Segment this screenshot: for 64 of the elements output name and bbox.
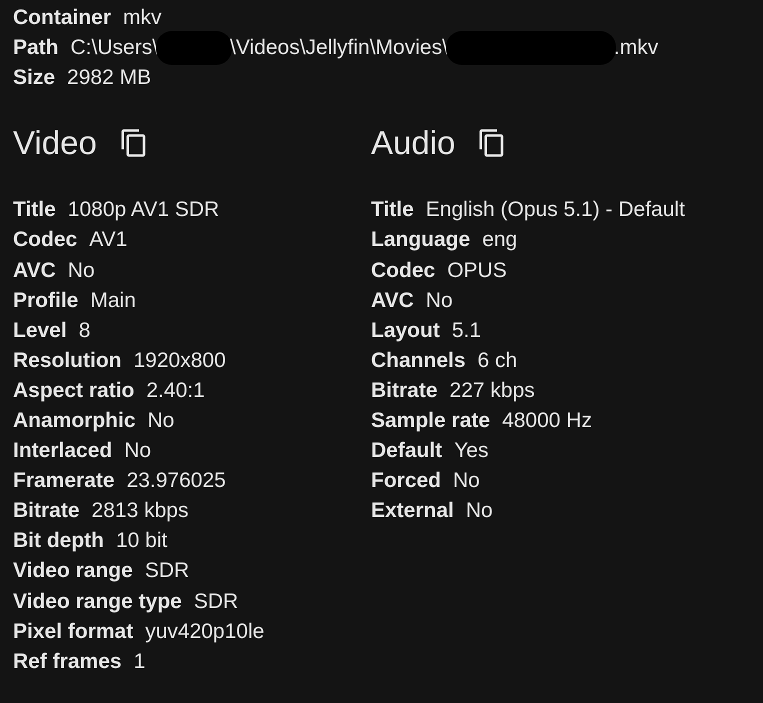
section-heading: Audio	[371, 124, 456, 162]
field-value: .mkv	[614, 36, 658, 60]
field-label: Video range type	[13, 590, 182, 614]
field-value: eng	[482, 228, 518, 252]
field-label: Level	[13, 318, 67, 343]
field-label: Container	[13, 6, 112, 30]
field-label: Bitrate	[13, 499, 80, 524]
field-value: 48000 Hz	[502, 408, 592, 433]
field-label: AVC	[13, 258, 56, 283]
section-heading: Video	[13, 124, 97, 162]
field-label: Ref frames	[13, 650, 122, 674]
field-label: Default	[371, 439, 442, 464]
field-value: AV1	[89, 228, 128, 252]
field-value: 5.1	[452, 318, 482, 343]
field-label: Pixel format	[13, 620, 134, 644]
field-label: Forced	[371, 469, 442, 494]
field-value: No	[466, 499, 493, 524]
field-value: SDR	[144, 559, 190, 584]
field-label: Interlaced	[13, 439, 112, 464]
field-label: Language	[371, 228, 470, 252]
field-value: 8	[78, 318, 90, 343]
field-label: Path	[13, 36, 59, 60]
field-value: yuv420p10le	[145, 620, 264, 644]
field-value: 227 kbps	[450, 378, 535, 403]
field-label: Codec	[13, 228, 78, 252]
field-value: 10 bit	[116, 529, 168, 554]
field-label: Aspect ratio	[13, 378, 134, 403]
field-value: English (Opus 5.1) - Default	[426, 198, 685, 222]
field-value: OPUS	[447, 258, 507, 283]
field-label: Anamorphic	[13, 408, 136, 433]
field-label: Title	[13, 198, 56, 222]
field-value: 1	[134, 650, 146, 674]
field-value: No	[453, 469, 480, 494]
field-value: 1080p AV1 SDR	[68, 198, 220, 222]
field-label: Channels	[371, 348, 466, 373]
field-value: No	[124, 439, 152, 464]
field-value: No	[426, 288, 453, 313]
field-label: Size	[13, 66, 56, 90]
field-value: 1920x800	[134, 348, 226, 373]
field-label: AVC	[371, 288, 414, 313]
field-value: Main	[90, 288, 136, 313]
field-label: Bit depth	[13, 529, 104, 554]
field-value: C:\Users\	[70, 36, 158, 60]
field-value: 2.40:1	[146, 378, 205, 403]
field-value: 6 ch	[478, 348, 518, 373]
field-value: 23.976025	[126, 469, 226, 494]
field-value: 2813 kbps	[92, 499, 188, 524]
field-value: \Videos\Jellyfin\Movies\	[230, 36, 448, 60]
field-value: mkv	[123, 6, 162, 30]
field-value: Yes	[454, 439, 488, 464]
field-label: Sample rate	[371, 408, 490, 433]
field-label: Video range	[13, 559, 133, 584]
field-label: Layout	[371, 318, 440, 343]
field-label: External	[371, 499, 454, 524]
field-label: Resolution	[13, 348, 122, 373]
field-label: Title	[371, 198, 414, 222]
field-label: Framerate	[13, 469, 115, 494]
field-value: No	[68, 258, 95, 283]
field-label: Profile	[13, 288, 78, 313]
field-value: 2982 MB	[67, 66, 152, 90]
field-label: Bitrate	[371, 378, 438, 403]
field-value: No	[148, 408, 174, 433]
field-label: Codec	[371, 258, 436, 283]
field-value: SDR	[194, 590, 238, 614]
